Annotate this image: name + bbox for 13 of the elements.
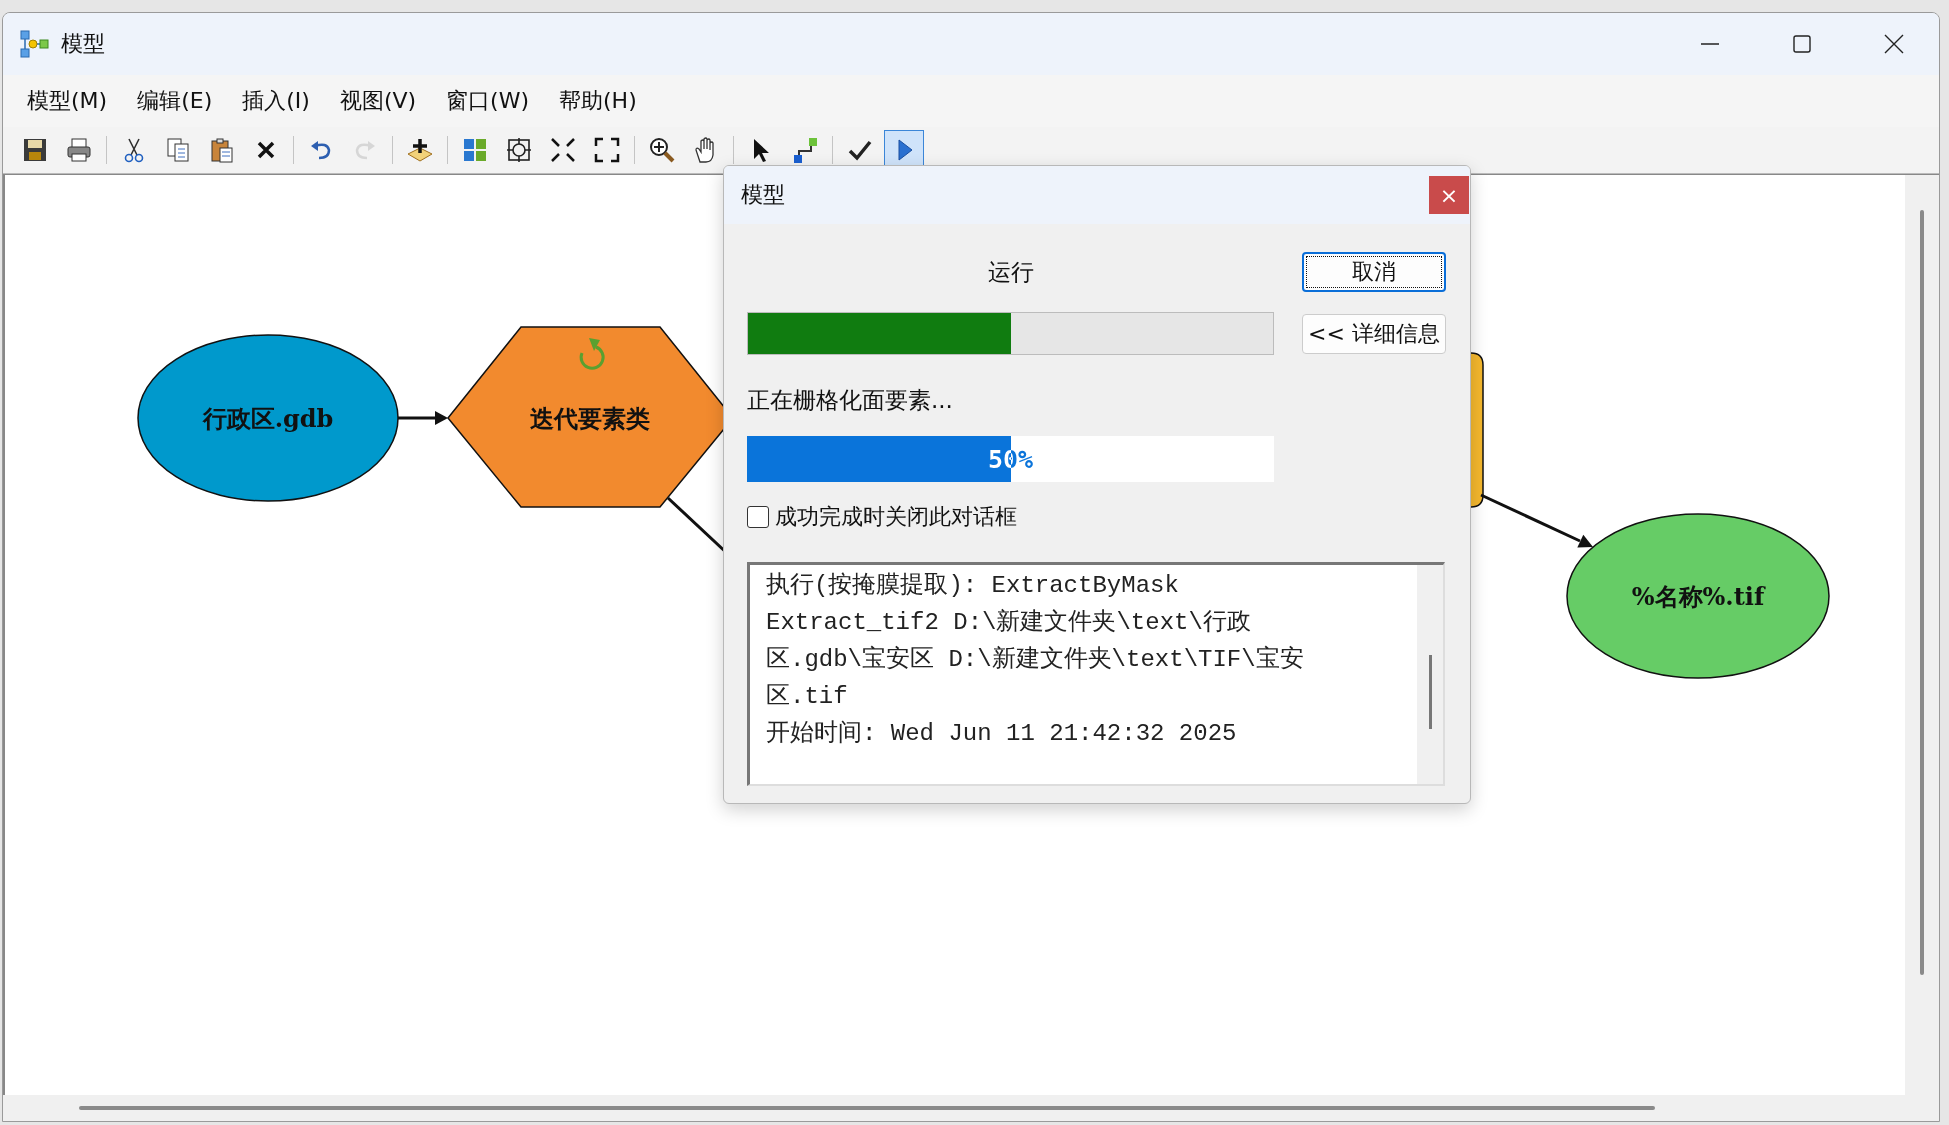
log-line: 开始时间: Wed Jun 11 21:42:32 2025 (766, 719, 1238, 749)
checkbox-label: 成功完成时关闭此对话框 (775, 503, 1017, 531)
log-line: 区.gdb\宝安区 D:\新建文件夹\text\TIF\宝安 (766, 644, 1305, 675)
node-label: 迭代要素类 (530, 404, 650, 433)
log-line: 区.tif (766, 682, 849, 712)
log-line: 执行(按掩膜提取): ExtractByMask (766, 571, 1180, 601)
node-label: 行政区.gdb (202, 404, 334, 433)
status-text: 运行 (987, 257, 1034, 287)
dialog-title: 模型 (741, 181, 785, 209)
window-title: 模型 (61, 30, 105, 58)
node-label: %名称%.tif (1631, 582, 1765, 611)
progress-message: 正在栅格化面要素... (747, 386, 954, 415)
log-line: Extract_tif2 D:\新建文件夹\text\行政 (766, 608, 1252, 638)
